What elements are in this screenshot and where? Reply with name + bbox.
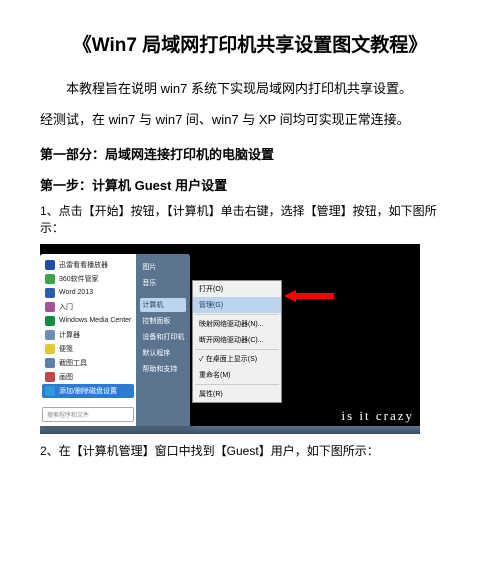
start-menu-item-label: 入门	[59, 302, 73, 312]
start-menu-item[interactable]: Windows Media Center	[42, 314, 134, 328]
search-input[interactable]: 搜索程序和文件	[42, 407, 134, 422]
start-menu-right-item[interactable]: 默认程序	[140, 346, 186, 360]
app-icon	[45, 344, 55, 354]
intro-line-2: 经测试，在 win7 与 win7 间、win7 与 XP 间均可实现正常连接。	[40, 108, 460, 131]
start-menu-right-item[interactable]: 图片	[140, 260, 186, 274]
start-menu-left-pane: 迅雷看看播放器 360软件管家 Word 2013 入门 Windows Media C…	[40, 254, 136, 426]
context-menu-separator	[195, 314, 279, 315]
start-menu-right-pane: 图片音乐计算机控制面板设备和打印机默认程序帮助和支持	[136, 254, 190, 426]
start-menu-item[interactable]: Word 2013	[42, 286, 134, 300]
step-1-text-2: 2、在【计算机管理】窗口中找到【Guest】用户，如下图所示：	[40, 442, 460, 459]
section-1-heading: 第一部分：局域网连接打印机的电脑设置	[40, 144, 460, 163]
start-menu-item-label: 360软件管家	[59, 274, 99, 284]
start-menu-right-item[interactable]: 计算机	[140, 298, 186, 312]
start-menu-item[interactable]: 截图工具	[42, 356, 134, 370]
start-menu-item[interactable]: 360软件管家	[42, 272, 134, 286]
context-menu-item[interactable]: 属性(R)	[193, 386, 281, 402]
start-menu-item-label: 画图	[59, 372, 73, 382]
start-menu-item[interactable]: 添加/删除磁盘设置	[42, 384, 134, 398]
app-icon	[45, 302, 55, 312]
context-menu-item[interactable]: 在桌面上显示(S)	[193, 351, 281, 367]
start-menu-item-label: 迅雷看看播放器	[59, 260, 108, 270]
context-menu: 打开(O)管理(G) 映射网络驱动器(N)...断开网络驱动器(C)... 在桌面上…	[192, 280, 282, 403]
start-menu-item-label: 添加/删除磁盘设置	[59, 386, 117, 396]
page-title: 《Win7 局域网打印机共享设置图文教程》	[40, 30, 460, 57]
start-menu-item-label: Windows Media Center	[59, 317, 131, 324]
app-icon	[45, 274, 55, 284]
context-menu-separator	[195, 384, 279, 385]
start-menu-right-item[interactable]: 设备和打印机	[140, 330, 186, 344]
start-menu-item-label: Word 2013	[59, 289, 93, 296]
start-menu-item[interactable]: 画图	[42, 370, 134, 384]
step-1-text-1: 1、点击【开始】按钮，【计算机】单击右键，选择【管理】按钮，如下图所示：	[40, 202, 460, 236]
start-menu-item[interactable]: 入门	[42, 300, 134, 314]
context-menu-separator	[195, 349, 279, 350]
start-menu-item[interactable]: 便笺	[42, 342, 134, 356]
context-menu-item[interactable]: 断开网络驱动器(C)...	[193, 332, 281, 348]
app-icon	[45, 288, 55, 298]
context-menu-item[interactable]: 重命名(M)	[193, 367, 281, 383]
app-icon	[45, 316, 55, 326]
start-menu-item-label: 便笺	[59, 344, 73, 354]
context-menu-item[interactable]: 管理(G)	[193, 297, 281, 313]
app-icon	[45, 372, 55, 382]
watermark-text: is it crazy	[341, 408, 414, 424]
context-menu-item[interactable]: 映射网络驱动器(N)...	[193, 316, 281, 332]
start-menu: 迅雷看看播放器 360软件管家 Word 2013 入门 Windows Media C…	[40, 254, 190, 426]
app-icon	[45, 386, 55, 396]
intro-line-1: 本教程旨在说明 win7 系统下实现局域网内打印机共享设置。	[40, 77, 460, 100]
taskbar	[40, 426, 420, 434]
app-icon	[45, 358, 55, 368]
start-menu-item-label: 截图工具	[59, 358, 87, 368]
start-menu-right-item[interactable]: 控制面板	[140, 314, 186, 328]
start-menu-right-item[interactable]	[140, 292, 186, 296]
step-1-heading: 第一步：计算机 Guest 用户设置	[40, 175, 460, 194]
context-menu-item[interactable]: 打开(O)	[193, 281, 281, 297]
start-menu-right-item[interactable]: 帮助和支持	[140, 362, 186, 376]
app-icon	[45, 260, 55, 270]
app-icon	[45, 330, 55, 340]
arrow-annotation	[284, 290, 334, 302]
start-menu-item[interactable]: 迅雷看看播放器	[42, 258, 134, 272]
screenshot-start-menu: 迅雷看看播放器 360软件管家 Word 2013 入门 Windows Media C…	[40, 244, 420, 434]
start-menu-item-label: 计算器	[59, 330, 80, 340]
start-menu-right-item[interactable]: 音乐	[140, 276, 186, 290]
start-menu-item[interactable]: 计算器	[42, 328, 134, 342]
